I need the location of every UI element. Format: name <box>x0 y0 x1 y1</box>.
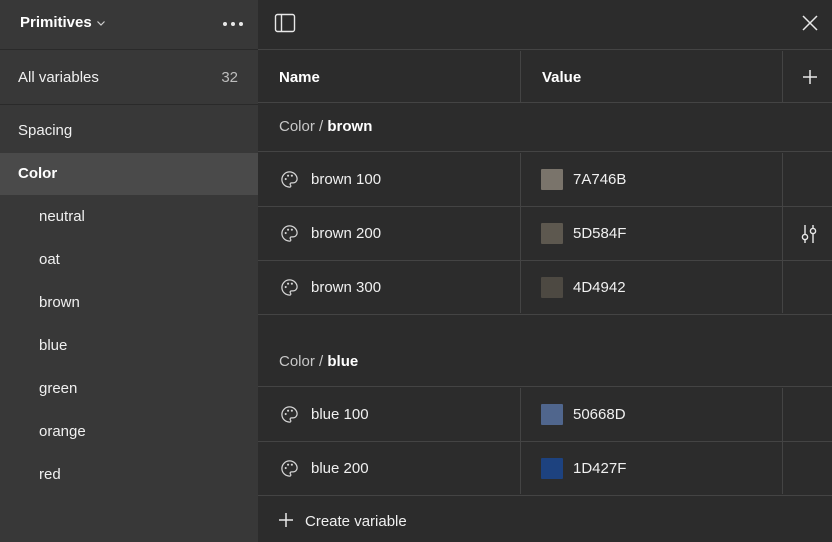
edit-variable-icon[interactable] <box>799 223 819 245</box>
color-swatch[interactable] <box>541 169 563 190</box>
more-options-icon[interactable] <box>220 14 246 34</box>
color-palette-icon <box>281 225 298 242</box>
column-divider <box>782 388 783 494</box>
variable-name[interactable]: blue 200 <box>311 460 369 477</box>
divider <box>0 104 258 105</box>
group-name: brown <box>327 118 373 135</box>
color-swatch[interactable] <box>541 277 563 298</box>
sidebar-item-neutral[interactable]: neutral <box>0 196 258 238</box>
column-divider <box>520 153 521 313</box>
group-header-brown: Color / brown <box>258 104 832 152</box>
color-swatch[interactable] <box>541 404 563 425</box>
sidebar-item-label: Spacing <box>18 122 73 139</box>
toggle-sidebar-icon[interactable] <box>274 13 296 33</box>
color-palette-icon <box>281 171 298 188</box>
sidebar-item-label: Color <box>18 165 58 182</box>
color-swatch[interactable] <box>541 223 563 244</box>
column-header-value[interactable]: Value <box>542 69 581 86</box>
color-palette-icon <box>281 279 298 296</box>
sidebar-item-label: green <box>39 380 78 397</box>
sidebar: Primitives All variables 32 Spacing Colo… <box>0 0 258 542</box>
variable-name[interactable]: brown 100 <box>311 171 381 188</box>
color-swatch[interactable] <box>541 458 563 479</box>
table-row[interactable]: blue 100 50668D <box>258 388 832 442</box>
close-icon[interactable] <box>801 14 819 32</box>
sidebar-item-oat[interactable]: oat <box>0 239 258 281</box>
variables-table-panel: Name Value Color / brown brown 100 7A746… <box>258 0 832 542</box>
sidebar-item-orange[interactable]: orange <box>0 411 258 453</box>
sidebar-item-red[interactable]: red <box>0 454 258 496</box>
group-name: blue <box>327 353 359 370</box>
variable-value[interactable]: 1D427F <box>573 460 626 477</box>
table-row[interactable]: blue 200 1D427F <box>258 442 832 496</box>
sidebar-item-brown[interactable]: brown <box>0 282 258 324</box>
column-divider <box>782 153 783 313</box>
column-header-name[interactable]: Name <box>279 69 320 86</box>
sidebar-item-spacing[interactable]: Spacing <box>0 110 258 152</box>
group-prefix: Color / <box>279 353 328 370</box>
variable-name[interactable]: blue 100 <box>311 406 369 423</box>
column-divider <box>782 51 783 103</box>
table-row[interactable]: brown 300 4D4942 <box>258 261 832 315</box>
sidebar-item-label: oat <box>39 251 60 268</box>
all-variables-count: 32 <box>221 69 238 86</box>
variable-value[interactable]: 5D584F <box>573 225 626 242</box>
collection-title[interactable]: Primitives <box>20 14 92 31</box>
variable-value[interactable]: 50668D <box>573 406 626 423</box>
sidebar-item-label: orange <box>39 423 86 440</box>
sidebar-item-blue[interactable]: blue <box>0 325 258 367</box>
chevron-down-icon[interactable] <box>96 18 106 28</box>
variable-name[interactable]: brown 300 <box>311 279 381 296</box>
sidebar-item-label: red <box>39 466 61 483</box>
sidebar-item-label: neutral <box>39 208 85 225</box>
group-prefix: Color / <box>279 118 328 135</box>
collection-header[interactable]: Primitives <box>0 0 258 48</box>
toolbar <box>258 0 832 50</box>
group-header-blue: Color / blue <box>258 339 832 387</box>
variable-name[interactable]: brown 200 <box>311 225 381 242</box>
sidebar-item-label: blue <box>39 337 68 354</box>
column-divider <box>520 51 521 103</box>
color-palette-icon <box>281 406 298 423</box>
all-variables-label: All variables <box>18 69 99 86</box>
plus-icon <box>279 513 293 527</box>
variable-value[interactable]: 4D4942 <box>573 279 626 296</box>
variable-value[interactable]: 7A746B <box>573 171 626 188</box>
sidebar-item-color[interactable]: Color <box>0 153 258 195</box>
sidebar-item-label: brown <box>39 294 80 311</box>
sidebar-item-all-variables[interactable]: All variables 32 <box>0 54 258 100</box>
table-header: Name Value <box>258 51 832 103</box>
divider <box>0 49 258 50</box>
color-palette-icon <box>281 460 298 477</box>
sidebar-item-green[interactable]: green <box>0 368 258 410</box>
create-variable-button[interactable]: Create variable <box>258 495 832 542</box>
add-mode-icon[interactable] <box>801 68 819 86</box>
table-row[interactable]: brown 200 5D584F <box>258 207 832 261</box>
table-row[interactable]: brown 100 7A746B <box>258 153 832 207</box>
create-variable-label: Create variable <box>305 513 407 530</box>
column-divider <box>520 388 521 494</box>
